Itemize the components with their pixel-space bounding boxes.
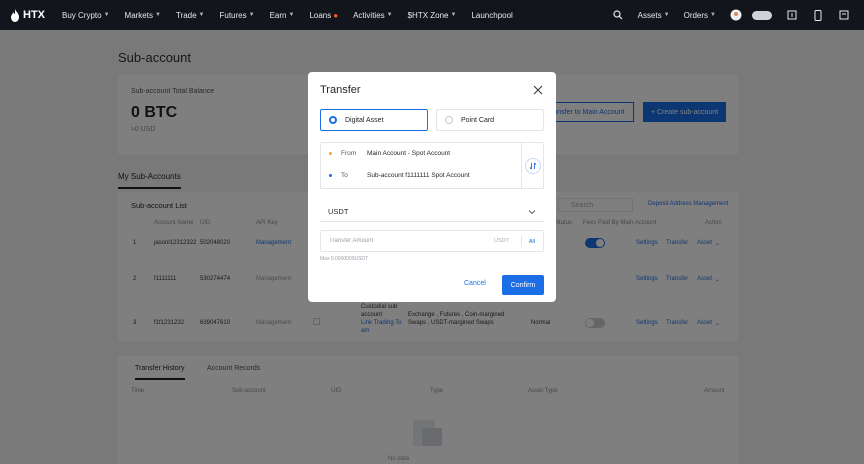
max-amount-text: Max 0.0000000USDT: [320, 256, 369, 262]
chevron-down-icon: ▼: [288, 12, 295, 18]
fire-icon: ●: [333, 10, 339, 20]
nav-orders[interactable]: Orders ▼: [684, 11, 716, 20]
confirm-button[interactable]: Confirm: [502, 275, 544, 295]
from-dot-icon: [329, 152, 332, 155]
cancel-button[interactable]: Cancel: [464, 280, 486, 287]
vip-badge-icon[interactable]: [752, 9, 772, 21]
all-button[interactable]: All: [520, 236, 535, 247]
from-account-select[interactable]: From Main Account - Spot Account: [321, 150, 521, 157]
flame-logo-icon: [11, 8, 19, 22]
nav-activities[interactable]: Activities ▼: [353, 11, 393, 20]
chevron-down-icon: ▼: [710, 12, 716, 18]
chevron-down-icon: ▼: [663, 12, 670, 18]
chevron-down-icon: ▼: [248, 12, 255, 18]
radio-unselected-icon: [445, 116, 453, 124]
search-icon[interactable]: [612, 9, 624, 21]
nav-futures[interactable]: Futures ▼: [220, 11, 255, 20]
amount-unit: USDT: [494, 238, 509, 244]
nav-markets[interactable]: Markets ▼: [125, 11, 161, 20]
close-icon[interactable]: [532, 84, 544, 96]
from-to-selector: From Main Account - Spot Account To Sub-…: [320, 142, 544, 189]
transfer-amount-input[interactable]: [321, 238, 471, 244]
nav-htx-zone[interactable]: $HTX Zone ▼: [408, 11, 457, 20]
modal-title: Transfer: [320, 84, 361, 96]
transfer-modal: Transfer Digital Asset Point Card From M…: [308, 72, 556, 302]
download-app-icon[interactable]: [786, 9, 798, 21]
htx-logo[interactable]: HTX: [10, 8, 45, 22]
point-card-option[interactable]: Point Card: [436, 109, 544, 131]
digital-asset-option[interactable]: Digital Asset: [320, 109, 428, 131]
chevron-down-icon: ▼: [154, 12, 161, 18]
swap-arrows-icon[interactable]: [524, 157, 541, 174]
avatar-icon[interactable]: [730, 9, 742, 21]
radio-selected-icon: [329, 116, 337, 124]
nav-launchpool[interactable]: Launchpool: [471, 11, 512, 20]
chevron-down-icon: ▼: [386, 12, 393, 18]
chevron-down-icon: ▼: [198, 12, 205, 18]
globe-language-icon[interactable]: [838, 9, 850, 21]
nav-loans[interactable]: Loans ●: [309, 11, 338, 20]
chevron-down-icon: ▼: [103, 12, 110, 18]
chevron-down-icon: [528, 210, 536, 215]
coin-select[interactable]: USDT: [320, 202, 544, 222]
transfer-amount-field: USDT All: [320, 230, 544, 252]
top-navigation: HTX Buy Crypto ▼ Markets ▼ Trade ▼ Futures ▼…: [0, 0, 864, 30]
to-dot-icon: [329, 174, 332, 177]
nav-assets[interactable]: Assets ▼: [638, 11, 670, 20]
nav-trade[interactable]: Trade ▼: [176, 11, 205, 20]
chevron-down-icon: ▼: [450, 12, 457, 18]
logo-text: HTX: [23, 9, 45, 21]
mobile-icon[interactable]: [812, 9, 824, 21]
nav-earn[interactable]: Earn ▼: [270, 11, 295, 20]
nav-buy-crypto[interactable]: Buy Crypto ▼: [62, 11, 110, 20]
to-account-select[interactable]: To Sub-account f1111111 Spot Account: [321, 172, 521, 179]
